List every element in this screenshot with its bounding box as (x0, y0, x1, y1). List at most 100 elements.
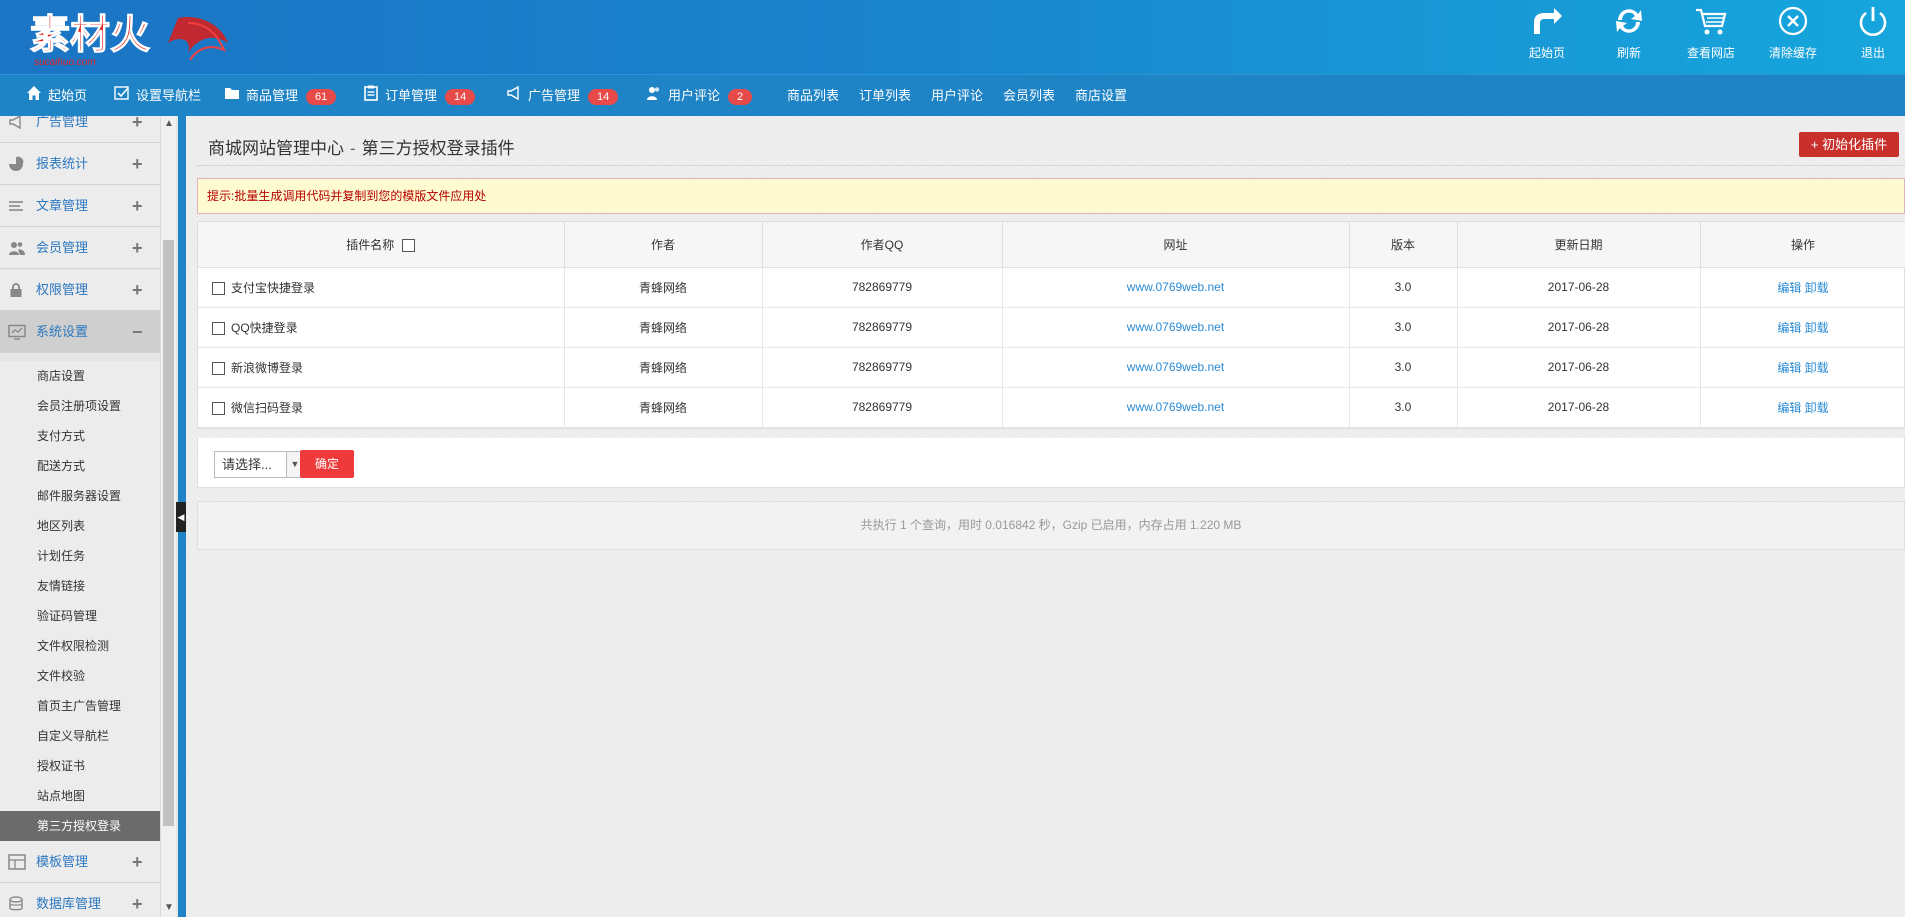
nav-item-ads[interactable]: 广告管理 14 (506, 75, 619, 117)
uninstall-link[interactable]: 卸载 (1805, 281, 1829, 295)
sidebar-item-shipping[interactable]: 配送方式 (0, 451, 160, 481)
sidebar-group-reports[interactable]: 报表统计 + (0, 143, 160, 185)
sidebar-item-license[interactable]: 授权证书 (0, 751, 160, 781)
nav-item-nav-settings[interactable]: 设置导航栏 (114, 75, 201, 117)
expand-icon[interactable]: + (132, 143, 143, 185)
header-logout-label: 退出 (1860, 46, 1885, 60)
expand-icon[interactable]: + (132, 116, 143, 143)
page-title-main: 商城网站管理中心 (208, 139, 344, 158)
row-checkbox[interactable] (212, 321, 225, 335)
scroll-up-icon[interactable]: ▲ (164, 118, 174, 129)
site-logo[interactable]: 素材火 sucaihuo.com (28, 8, 233, 68)
sidebar-item-shop-settings[interactable]: 商店设置 (0, 361, 160, 391)
sidebar-item-regions[interactable]: 地区列表 (0, 511, 160, 541)
nav-item-products[interactable]: 商品管理 61 (224, 75, 337, 117)
plugin-url-link[interactable]: www.0769web.net (1127, 280, 1224, 294)
col-header-version: 版本 (1349, 222, 1458, 268)
nav-item-shop-settings[interactable]: 商店设置 (1075, 75, 1127, 117)
sidebar-item-custom-nav[interactable]: 自定义导航栏 (0, 721, 160, 751)
sidebar-item-payment[interactable]: 支付方式 (0, 421, 160, 451)
sidebar-item-captcha[interactable]: 验证码管理 (0, 601, 160, 631)
sidebar-item-oauth-login[interactable]: 第三方授权登录 (0, 811, 160, 841)
sidebar-item-file-check[interactable]: 文件校验 (0, 661, 160, 691)
expand-icon[interactable]: + (132, 185, 143, 227)
plugin-url-link[interactable]: www.0769web.net (1127, 400, 1224, 414)
collapse-icon[interactable]: − (132, 311, 143, 353)
sidebar-item-home-ads[interactable]: 首页主广告管理 (0, 691, 160, 721)
sidebar-item-member-register[interactable]: 会员注册项设置 (0, 391, 160, 421)
row-checkbox[interactable] (212, 401, 225, 415)
init-plugin-button[interactable]: + 初始化插件 (1799, 132, 1899, 157)
plugin-author-qq: 782869779 (762, 267, 1003, 308)
table-header-row: 插件名称 作者 作者QQ 网址 版本 更新日期 操作 (198, 222, 1905, 268)
sidebar-item-sitemap[interactable]: 站点地图 (0, 781, 160, 811)
sidebar-group-label: 广告管理 (36, 116, 89, 129)
sidebar-item-friend-links[interactable]: 友情链接 (0, 571, 160, 601)
nav-item-home[interactable]: 起始页 (26, 75, 87, 117)
refresh-icon (1616, 9, 1642, 33)
scrollbar-thumb[interactable] (163, 240, 174, 826)
col-header-plugin-name[interactable]: 插件名称 (198, 222, 565, 268)
nav-item-comments[interactable]: 用户评论 2 (646, 75, 753, 117)
header-clear-cache-button[interactable]: 清除缓存 (1758, 6, 1828, 68)
table-row: 微信扫码登录 青蜂网络 782869779 www.0769web.net 3.… (198, 387, 1905, 428)
sidebar: 广告管理 + 报表统计 + 文章管理 + 会员管理 + 权限管理 + 系统设置 … (0, 116, 178, 917)
confirm-button[interactable]: 确定 (300, 450, 354, 478)
sidebar-group-permissions[interactable]: 权限管理 + (0, 269, 160, 311)
uninstall-link[interactable]: 卸载 (1805, 401, 1829, 415)
scroll-down-icon[interactable]: ▼ (164, 902, 174, 913)
sidebar-scrollbar[interactable]: ▲ ▼ (160, 116, 176, 917)
sidebar-group-members[interactable]: 会员管理 + (0, 227, 160, 269)
batch-action-bar: 请选择... ▼ 确定 (197, 438, 1905, 488)
sidebar-collapse-icon[interactable]: ◀ (176, 502, 186, 532)
expand-icon[interactable]: + (132, 227, 143, 269)
close-circle-icon (1778, 6, 1808, 36)
page-title: 商城网站管理中心 - 第三方授权登录插件 (208, 134, 515, 159)
sidebar-group-articles[interactable]: 文章管理 + (0, 185, 160, 227)
plugin-url-link[interactable]: www.0769web.net (1127, 360, 1224, 374)
edit-link[interactable]: 编辑 (1777, 361, 1801, 375)
sidebar-item-file-permissions[interactable]: 文件权限检测 (0, 631, 160, 661)
sidebar-group-templates[interactable]: 模板管理 + (0, 841, 160, 883)
select-value: 请选择... (222, 457, 272, 472)
nav-item-label: 商品列表 (787, 88, 840, 103)
sidebar-item-mail-server[interactable]: 邮件服务器设置 (0, 481, 160, 511)
nav-item-product-list[interactable]: 商品列表 (787, 75, 839, 117)
uninstall-link[interactable]: 卸载 (1805, 361, 1829, 375)
nav-item-label: 用户评论 (668, 88, 721, 103)
plugin-version: 3.0 (1349, 267, 1458, 308)
sidebar-item-cron[interactable]: 计划任务 (0, 541, 160, 571)
edit-link[interactable]: 编辑 (1777, 281, 1801, 295)
col-header-date: 更新日期 (1457, 222, 1701, 268)
header-home-button[interactable]: 起始页 (1512, 6, 1582, 68)
sidebar-group-database[interactable]: 数据库管理 + (0, 883, 160, 917)
uninstall-link[interactable]: 卸载 (1805, 321, 1829, 335)
header-home-label: 起始页 (1528, 46, 1565, 60)
nav-item-orders[interactable]: 订单管理 14 (363, 75, 476, 117)
select-all-checkbox[interactable] (402, 239, 416, 253)
header-view-shop-button[interactable]: 查看网店 (1676, 6, 1746, 68)
col-header-label: 插件名称 (346, 237, 395, 252)
edit-link[interactable]: 编辑 (1777, 401, 1801, 415)
nav-item-order-list[interactable]: 订单列表 (859, 75, 911, 117)
sidebar-group-label: 数据库管理 (36, 896, 102, 911)
sidebar-group-ads[interactable]: 广告管理 + (0, 116, 160, 143)
row-checkbox[interactable] (212, 361, 225, 375)
nav-badge: 14 (588, 88, 619, 105)
expand-icon[interactable]: + (132, 269, 143, 311)
expand-icon[interactable]: + (132, 883, 143, 917)
plugin-url-link[interactable]: www.0769web.net (1127, 320, 1224, 334)
col-header-author: 作者 (564, 222, 763, 268)
nav-item-label: 订单列表 (859, 88, 912, 103)
sidebar-group-system-settings[interactable]: 系统设置 − (0, 311, 160, 353)
plugin-date: 2017-06-28 (1457, 387, 1701, 428)
row-checkbox[interactable] (212, 281, 225, 295)
header-refresh-button[interactable]: 刷新 (1594, 6, 1664, 68)
header-view-shop-label: 查看网店 (1686, 46, 1735, 60)
expand-icon[interactable]: + (132, 841, 143, 883)
batch-action-select[interactable]: 请选择... ▼ (214, 451, 304, 478)
edit-link[interactable]: 编辑 (1777, 321, 1801, 335)
nav-item-user-comments[interactable]: 用户评论 (931, 75, 983, 117)
header-logout-button[interactable]: 退出 (1838, 6, 1905, 68)
nav-item-member-list[interactable]: 会员列表 (1003, 75, 1055, 117)
